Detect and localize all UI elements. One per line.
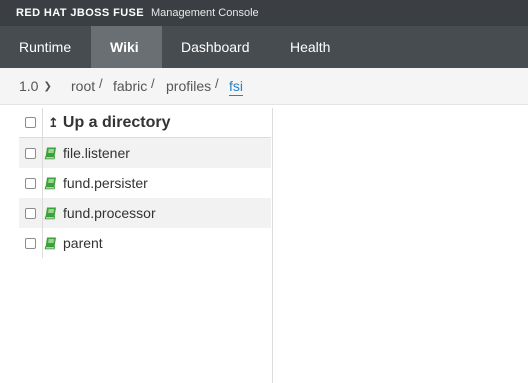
breadcrumb-item-root[interactable]: root (71, 78, 95, 94)
tab-dashboard[interactable]: Dashboard (162, 26, 271, 68)
row-checkbox[interactable] (25, 237, 36, 249)
book-icon (44, 177, 56, 190)
chevron-down-icon: ❯ (43, 81, 52, 92)
select-all-checkbox[interactable] (25, 117, 36, 128)
book-icon (44, 207, 56, 220)
breadcrumb-item-fsi[interactable]: fsi (229, 78, 243, 96)
file-link[interactable]: fund.persister (63, 175, 148, 191)
brand-subtitle: Management Console (151, 7, 259, 19)
list-item: parent (19, 228, 271, 258)
file-list: ↥ Up a directory file.listener fund.pers… (19, 108, 271, 258)
up-directory-label: Up a directory (62, 113, 171, 131)
tab-health[interactable]: Health (271, 26, 371, 68)
brand-logo: RED HAT JBOSS FUSE (16, 7, 145, 19)
breadcrumb: 1.0 ❯ root / fabric / profiles / fsi (0, 68, 528, 105)
brand-bar: RED HAT JBOSS FUSE Management Console (0, 0, 528, 26)
column-divider (42, 168, 43, 198)
file-link[interactable]: file.listener (63, 145, 130, 161)
book-icon (44, 237, 56, 250)
version-label: 1.0 (19, 78, 39, 94)
main-nav: Runtime Wiki Dashboard Health (0, 26, 528, 68)
file-link[interactable]: parent (63, 235, 103, 251)
column-divider (42, 228, 43, 258)
book-icon (44, 147, 56, 160)
row-checkbox[interactable] (25, 177, 36, 189)
tab-wiki[interactable]: Wiki (91, 26, 162, 68)
list-item: fund.persister (19, 168, 271, 198)
breadcrumb-separator: / (99, 76, 103, 91)
breadcrumb-item-profiles[interactable]: profiles (166, 78, 211, 94)
file-link[interactable]: fund.processor (63, 205, 156, 221)
breadcrumb-separator: / (215, 76, 219, 91)
column-divider (42, 198, 43, 228)
column-divider (42, 138, 43, 168)
version-dropdown[interactable]: 1.0 ❯ (19, 78, 52, 94)
breadcrumb-separator: / (151, 76, 155, 91)
row-checkbox[interactable] (25, 207, 36, 219)
up-directory-link[interactable]: ↥ Up a directory (48, 114, 171, 132)
file-list-header: ↥ Up a directory (19, 108, 271, 138)
list-item: fund.processor (19, 198, 271, 228)
column-divider (42, 108, 43, 138)
pane-divider[interactable] (272, 108, 273, 383)
arrow-up-icon: ↥ (48, 114, 59, 130)
breadcrumb-item-fabric[interactable]: fabric (113, 78, 147, 94)
row-checkbox[interactable] (25, 147, 36, 159)
tab-runtime[interactable]: Runtime (0, 26, 91, 68)
list-item: file.listener (19, 138, 271, 168)
